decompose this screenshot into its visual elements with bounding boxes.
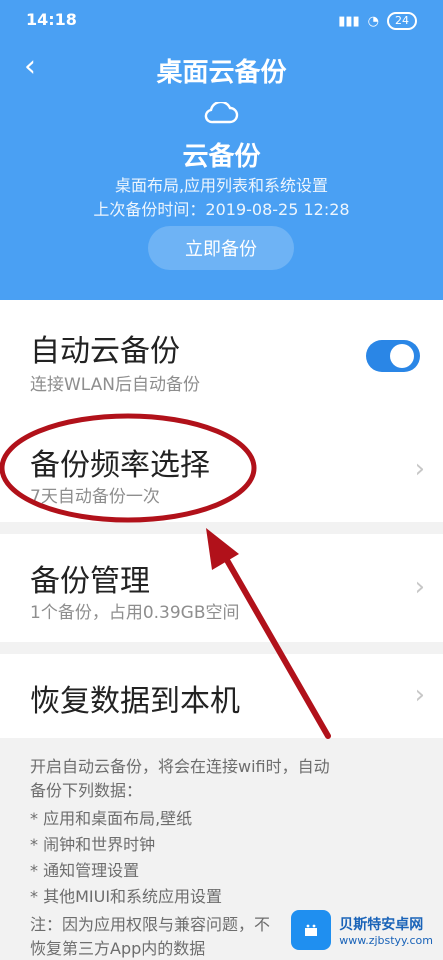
status-bar: 14:18 ▮▮▮ ◔ 24 — [0, 0, 443, 40]
watermark-text-block: 贝斯特安卓网 www.zjbstyy.com — [339, 914, 433, 947]
signal-icon: ▮▮▮ — [338, 13, 360, 29]
status-time: 14:18 — [26, 10, 77, 29]
footer-line-1: 开启自动云备份，将会在连接wifi时，自动 — [30, 757, 330, 776]
backup-frequency-title: 备份频率选择 — [30, 448, 210, 483]
toggle-knob — [390, 344, 414, 368]
header: 14:18 ▮▮▮ ◔ 24 ‹ 桌面云备份 云备份 桌面布局,应用列表和系统设… — [0, 0, 443, 300]
footer-bullet: * 闹钟和世界时钟 — [30, 835, 156, 854]
chevron-right-icon: › — [414, 680, 425, 710]
chevron-right-icon: › — [414, 572, 425, 602]
chevron-right-icon: › — [414, 454, 425, 484]
last-backup-time: 上次备份时间：2019-08-25 12:28 — [93, 200, 350, 219]
page-title: 桌面云备份 — [156, 58, 287, 88]
wifi-icon: ◔ — [367, 13, 379, 29]
cloud-icon-svg — [204, 100, 239, 124]
restore-title: 恢复数据到本机 — [30, 684, 240, 719]
settings-group-1: 自动云备份 连接WLAN后自动备份 备份频率选择 7天自动备份一次 › — [0, 300, 443, 522]
settings-group-2: 备份管理 1个备份，占用0.39GB空间 › — [0, 534, 443, 642]
android-icon — [305, 924, 318, 936]
backup-description: 桌面布局,应用列表和系统设置 — [114, 176, 329, 195]
footer-line-2: 备份下列数据： — [30, 781, 143, 800]
backup-now-label: 立即备份 — [185, 239, 257, 260]
watermark-logo-icon — [291, 910, 332, 950]
cloud-icon — [203, 100, 239, 124]
footer-bullet: * 通知管理设置 — [30, 861, 140, 880]
status-icons: ▮▮▮ ◔ 24 — [338, 12, 417, 30]
backup-now-button[interactable]: 立即备份 — [148, 226, 294, 270]
auto-backup-toggle[interactable] — [366, 340, 420, 372]
backup-management-subtitle: 1个备份，占用0.39GB空间 — [30, 603, 240, 623]
watermark-url: www.zjbstyy.com — [339, 933, 433, 947]
auto-backup-subtitle: 连接WLAN后自动备份 — [30, 375, 201, 395]
footer-bullet: * 其他MIUI和系统应用设置 — [30, 887, 223, 906]
battery-icon: 24 — [387, 12, 417, 30]
backup-management-title: 备份管理 — [30, 564, 150, 599]
watermark: 贝斯特安卓网 www.zjbstyy.com — [291, 910, 433, 950]
auto-backup-title: 自动云备份 — [30, 334, 180, 369]
footer-bullet: * 应用和桌面布局,壁纸 — [30, 809, 193, 828]
backup-frequency-subtitle: 7天自动备份一次 — [30, 487, 160, 507]
settings-group-3: 恢复数据到本机 › — [0, 654, 443, 738]
cloud-backup-title: 云备份 — [182, 142, 261, 172]
watermark-text: 贝斯特安卓网 — [339, 916, 424, 933]
